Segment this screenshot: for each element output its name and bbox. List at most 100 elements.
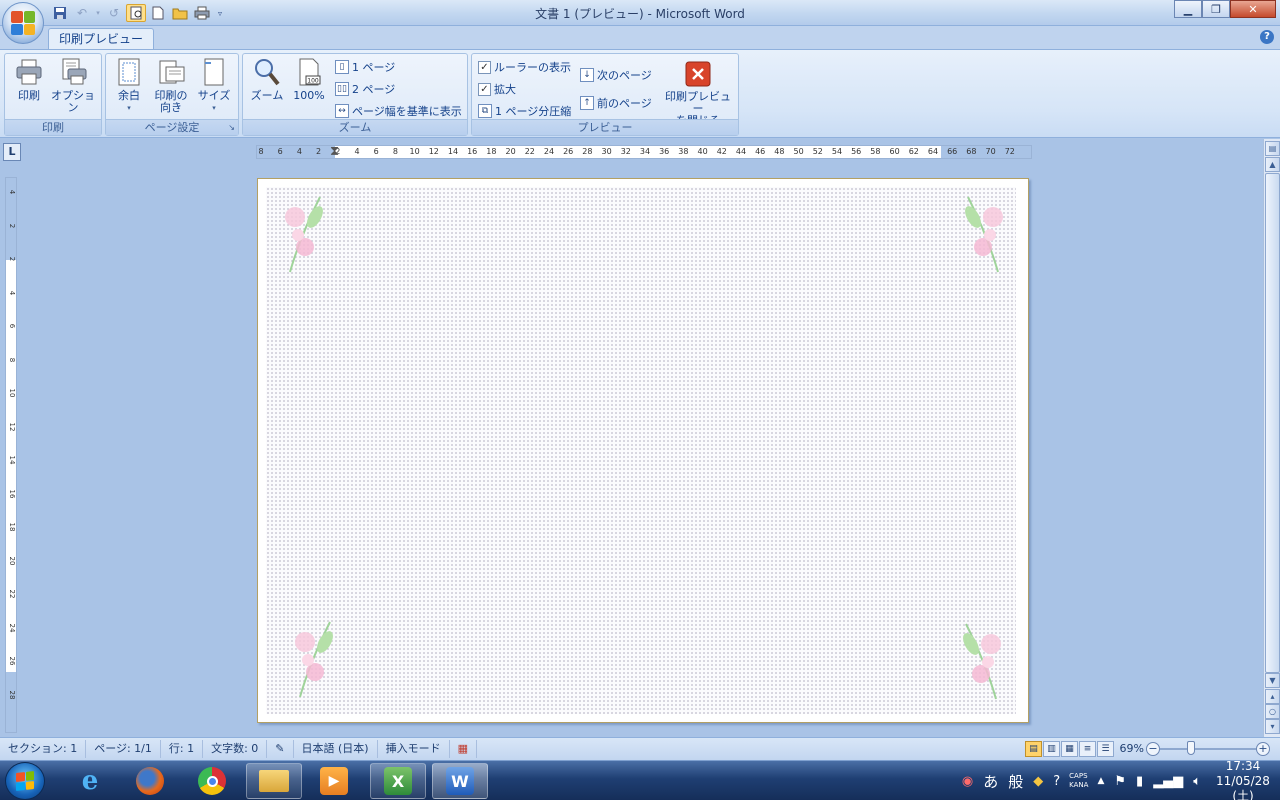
options-label: オプション (51, 89, 95, 114)
select-browse-object-icon[interactable]: ○ (1265, 704, 1280, 719)
start-button[interactable] (5, 762, 45, 800)
ruler-tick-label: 24 (543, 147, 555, 156)
ruler-tick-label: 2 (316, 147, 322, 156)
vruler-tick-label: 16 (8, 489, 16, 498)
size-button[interactable]: サイズ ▾ (196, 57, 232, 119)
taskbar-internet-explorer[interactable]: e (62, 763, 118, 799)
one-page-button[interactable]: ▯ 1 ページ (335, 58, 395, 76)
close-window-button[interactable]: ✕ (1230, 0, 1276, 18)
status-insert-mode[interactable]: 挿入モード (378, 740, 450, 758)
next-page-button[interactable]: ↓ 次のページ (580, 66, 652, 84)
ime-help-icon[interactable]: ? (1053, 774, 1060, 789)
power-icon[interactable]: ▮ (1136, 774, 1143, 789)
taskbar-explorer[interactable] (246, 763, 302, 799)
taskbar-chrome[interactable] (184, 763, 240, 799)
ime-toolbar-icon[interactable]: ◉ (962, 774, 973, 789)
zoom-100-button[interactable]: 100 100% (289, 57, 329, 119)
shrink-page-icon: ⧉ (478, 104, 492, 118)
two-pages-label: 2 ページ (352, 83, 396, 96)
magnifier-label: 拡大 (494, 83, 516, 96)
zoom-slider[interactable]: − + (1146, 741, 1270, 757)
scroll-thumb[interactable] (1265, 173, 1280, 673)
taskbar-excel[interactable]: X (370, 763, 426, 799)
horizontal-ruler[interactable]: 8 6 4 2 2 4 6 8 10 12 14 16 18 20 22 24 26 28 30 32 34 36 38 40… (256, 144, 1032, 159)
maximize-button[interactable]: ❐ (1202, 0, 1230, 18)
group-preview: ✓ ルーラーの表示 ✓ 拡大 ⧉ 1 ページ分圧縮 ↓ 次のページ ↑ 前のペー… (471, 53, 739, 136)
ruler-tick-label: 16 (467, 147, 478, 156)
ime-dictionary-icon[interactable]: ◆ (1033, 774, 1043, 789)
system-tray: ◉ あ 般 ◆ ? CAPS KANA ▲ ⚑ ▮ ▂▄▆ 🔈︎ 17:34 1… (957, 759, 1280, 800)
print-button[interactable]: 印刷 (11, 57, 47, 119)
ruler-tick-label: 42 (716, 147, 727, 156)
action-center-flag-icon[interactable]: ⚑ (1114, 774, 1126, 789)
zoom-in-icon[interactable]: + (1256, 742, 1270, 756)
volume-icon[interactable]: 🔈︎ (1193, 774, 1201, 789)
status-section[interactable]: セクション: 1 (0, 740, 87, 758)
proofing-icon[interactable]: ✎ (267, 740, 294, 758)
web-layout-view-icon[interactable]: ▦ (1061, 741, 1078, 757)
vruler-tick-label: 10 (8, 388, 16, 398)
status-word-count[interactable]: 文字数: 0 (203, 740, 268, 758)
network-signal-icon[interactable]: ▂▄▆ (1153, 774, 1183, 789)
group-page-setup-label: ページ設定 (106, 119, 238, 135)
scroll-up-icon[interactable]: ▲ (1265, 157, 1280, 172)
zoom-level[interactable]: 69% (1120, 742, 1144, 755)
ruler-tick-label: 60 (889, 147, 900, 156)
taskbar-media-player[interactable]: ▶ (306, 763, 362, 799)
two-pages-button[interactable]: ▯▯ 2 ページ (335, 80, 395, 98)
ruler-tick-label: 32 (620, 147, 631, 156)
taskbar-firefox[interactable] (122, 763, 178, 799)
page-setup-launcher-icon[interactable]: ↘ (228, 123, 235, 132)
vruler-tick-label: 22 (8, 589, 16, 599)
zoom-thumb[interactable] (1187, 741, 1196, 755)
prev-page-button[interactable]: ↑ 前のページ (580, 94, 652, 112)
group-zoom-label: ズーム (243, 119, 467, 135)
minimize-button[interactable]: ▁ (1174, 0, 1202, 18)
word-icon: W (446, 767, 474, 795)
orientation-button[interactable]: 印刷の 向き (150, 57, 192, 119)
page-width-button[interactable]: ↔ ページ幅を基準に表示 (335, 102, 462, 120)
scroll-down-icon[interactable]: ▼ (1265, 673, 1280, 688)
zoom-100-icon: 100 (294, 57, 324, 87)
options-button[interactable]: オプション (49, 57, 97, 119)
magnifier-checkbox[interactable]: ✓ 拡大 (478, 80, 516, 98)
margins-button[interactable]: 余白 ▾ (112, 57, 146, 119)
draft-view-icon[interactable]: ☰ (1097, 741, 1114, 757)
file-explorer-icon (259, 770, 289, 792)
taskbar-word[interactable]: W (432, 763, 488, 799)
shrink-one-page-button[interactable]: ⧉ 1 ページ分圧縮 (478, 102, 571, 120)
status-line[interactable]: 行: 1 (161, 740, 204, 758)
tab-selector-button[interactable]: L (3, 143, 21, 161)
status-page[interactable]: ページ: 1/1 (86, 740, 161, 758)
office-button[interactable] (2, 2, 44, 44)
print-layout-view-icon[interactable]: ▤ (1025, 741, 1042, 757)
vertical-ruler[interactable]: 4 2 2 4 6 8 10 12 14 16 18 20 22 24 26 28 (5, 177, 17, 733)
ime-input-mode[interactable]: あ (983, 771, 998, 792)
clock[interactable]: 17:34 11/05/28 (土) (1206, 759, 1280, 800)
ime-conversion-mode[interactable]: 般 (1008, 771, 1023, 792)
ruler-toggle-button[interactable]: ▤ (1265, 141, 1280, 156)
show-ruler-checkbox[interactable]: ✓ ルーラーの表示 (478, 58, 571, 76)
window-controls: ▁ ❐ ✕ (1174, 0, 1276, 18)
print-label: 印刷 (18, 89, 40, 102)
full-screen-reading-view-icon[interactable]: ▥ (1043, 741, 1060, 757)
zoom-button[interactable]: ズーム (247, 57, 287, 119)
vruler-tick-label: 6 (8, 323, 16, 329)
show-hidden-icons-icon[interactable]: ▲ (1097, 776, 1104, 786)
zoom-out-icon[interactable]: − (1146, 742, 1160, 756)
ruler-tick-label: 20 (505, 147, 516, 156)
macro-record-icon[interactable]: ▦ (450, 740, 478, 758)
magnifier-check-icon: ✓ (478, 82, 491, 96)
help-icon[interactable]: ? (1260, 30, 1274, 44)
preview-page[interactable] (257, 178, 1029, 723)
close-preview-button[interactable]: 印刷プレビュー を閉じる (662, 57, 734, 127)
zoom-label: ズーム (250, 89, 284, 102)
outline-view-icon[interactable]: ≡ (1079, 741, 1096, 757)
vertical-scrollbar[interactable]: ▤ ▲ ▼ ▴ ○ ▾ (1263, 139, 1280, 737)
tab-print-preview[interactable]: 印刷プレビュー (48, 28, 155, 51)
indent-marker-icon[interactable]: ⧗ (330, 144, 339, 159)
status-language[interactable]: 日本語 (日本) (294, 740, 378, 758)
ruler-tick-label: 64 (927, 147, 939, 156)
prev-browse-icon[interactable]: ▴ (1265, 689, 1280, 704)
next-browse-icon[interactable]: ▾ (1265, 719, 1280, 734)
